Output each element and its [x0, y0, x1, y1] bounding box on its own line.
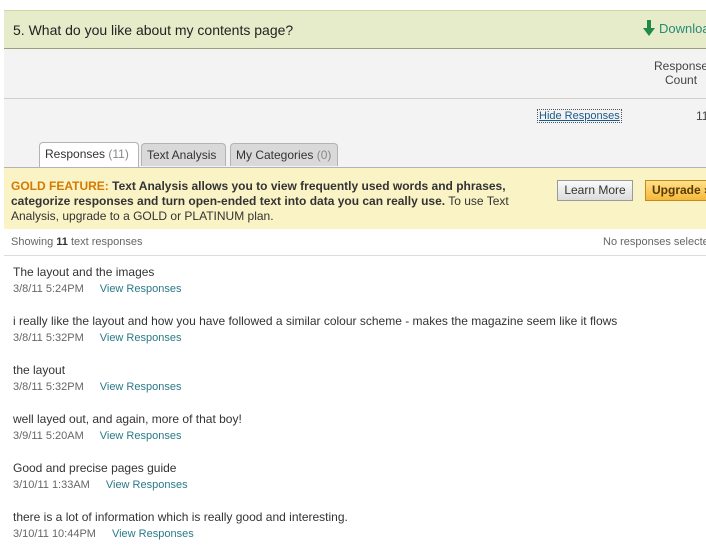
upgrade-button[interactable]: Upgrade » [645, 180, 706, 201]
column-header-row: Response Count [4, 49, 706, 99]
response-text: there is a lot of information which is r… [13, 510, 348, 524]
view-responses-link[interactable]: View Responses [100, 381, 182, 393]
tab-my-categories-label: My Categories [236, 148, 314, 162]
view-responses-link[interactable]: View Responses [100, 332, 182, 344]
learn-more-button[interactable]: Learn More [557, 180, 633, 201]
response-meta: 3/8/11 5:32PM View Responses [13, 381, 181, 393]
response-date: 3/8/11 5:24PM [13, 283, 84, 295]
showing-count: 11 [56, 236, 68, 248]
list-item: The layout and the images 3/8/11 5:24PM V… [4, 256, 706, 306]
response-meta: 3/8/11 5:24PM View Responses [13, 283, 181, 295]
gold-feature-banner: GOLD FEATURE: Text Analysis allows you t… [4, 167, 706, 230]
view-responses-link[interactable]: View Responses [100, 283, 182, 295]
showing-prefix: Showing [11, 236, 54, 248]
list-item: Good and precise pages guide 3/10/11 1:3… [4, 452, 706, 502]
response-date: 3/8/11 5:32PM [13, 381, 84, 393]
response-text: i really like the layout and how you hav… [13, 314, 618, 328]
view-responses-link[interactable]: View Responses [112, 528, 194, 540]
response-count-header-line2: Count [665, 73, 698, 87]
response-meta: 3/10/11 1:33AM View Responses [13, 479, 188, 491]
tab-text-analysis-label: Text Analysis [147, 148, 217, 162]
view-responses-link[interactable]: View Responses [100, 430, 182, 442]
question-panel: 5. What do you like about my contents pa… [4, 10, 706, 550]
list-item: well layed out, and again, more of that … [4, 403, 706, 453]
tab-responses-count: (11) [108, 147, 129, 161]
response-text: The layout and the images [13, 265, 155, 279]
tab-my-categories[interactable]: My Categories (0) [230, 143, 338, 166]
showing-bar: Showing 11 text responses No responses s… [4, 229, 706, 256]
response-meta: 3/8/11 5:32PM View Responses [13, 332, 181, 344]
response-date: 3/10/11 10:44PM [13, 528, 96, 540]
download-link[interactable]: Downloa [643, 20, 706, 36]
download-arrow-icon [643, 20, 655, 36]
showing-suffix: text responses [70, 236, 143, 248]
response-date: 3/9/11 5:20AM [13, 430, 84, 442]
response-text: Good and precise pages guide [13, 461, 177, 475]
responses-row: Hide Responses 11 Responses (11) Text An… [4, 99, 706, 167]
hide-responses-link[interactable]: Hide Responses [537, 109, 622, 123]
no-selection-text: No responses selecte [603, 236, 706, 248]
list-item: there is a lot of information which is r… [4, 501, 706, 550]
gold-feature-text: GOLD FEATURE: Text Analysis allows you t… [11, 179, 521, 224]
response-meta: 3/10/11 10:44PM View Responses [13, 528, 194, 540]
response-date: 3/10/11 1:33AM [13, 479, 90, 491]
tab-text-analysis[interactable]: Text Analysis [141, 143, 226, 166]
response-date: 3/8/11 5:32PM [13, 332, 84, 344]
response-count-header-line1: Response [654, 59, 706, 73]
response-text: well layed out, and again, more of that … [13, 412, 242, 426]
list-item: i really like the layout and how you hav… [4, 305, 706, 355]
response-count-value: 11 [696, 109, 706, 123]
download-label[interactable]: Downloa [659, 21, 706, 36]
question-title: 5. What do you like about my contents pa… [13, 22, 294, 38]
showing-count-text: Showing 11 text responses [11, 236, 143, 248]
tab-responses[interactable]: Responses (11) [39, 142, 139, 167]
list-item: the layout 3/8/11 5:32PM View Responses [4, 354, 706, 404]
question-header: 5. What do you like about my contents pa… [4, 10, 706, 49]
tab-responses-label: Responses [45, 147, 106, 161]
response-text: the layout [13, 363, 66, 377]
gold-feature-prefix: GOLD FEATURE: [11, 179, 109, 193]
response-count-header: Response Count [654, 59, 706, 87]
view-responses-link[interactable]: View Responses [106, 479, 188, 491]
response-meta: 3/9/11 5:20AM View Responses [13, 430, 181, 442]
tab-my-categories-count: (0) [316, 148, 332, 162]
